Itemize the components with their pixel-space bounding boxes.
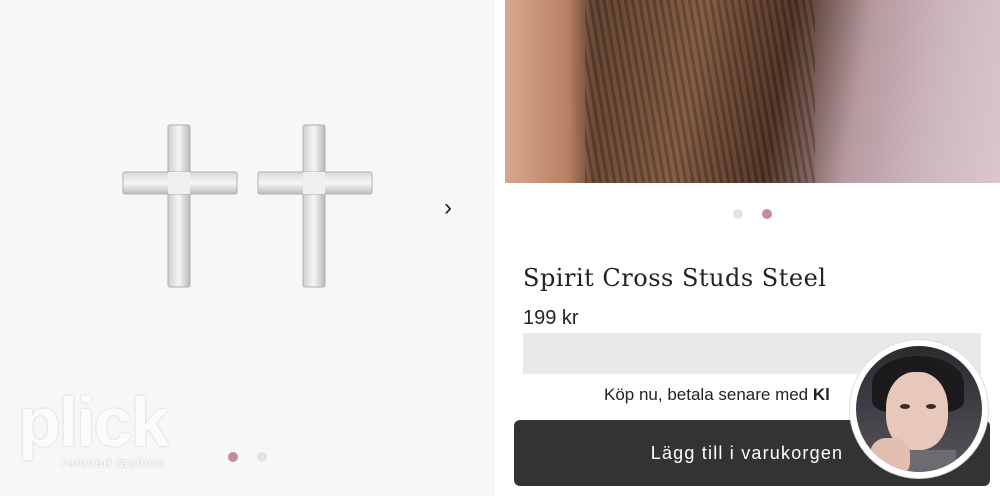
cross-earring-left (122, 124, 238, 288)
product-title: Spirit Cross Studs Steel (523, 264, 827, 292)
plick-watermark-logo: plick reloved fashion (18, 385, 218, 480)
chevron-right-icon[interactable]: › (444, 196, 452, 220)
plick-logo-word: plick (18, 383, 170, 461)
add-to-cart-label: Lägg till i varukorgen (650, 442, 844, 463)
panel-divider (495, 0, 505, 496)
presenter-photo (856, 346, 982, 472)
photo-dot-2[interactable] (762, 209, 772, 219)
photo-hair (585, 0, 815, 183)
gallery-dot-1[interactable] (228, 452, 238, 462)
photo-skin (505, 0, 595, 183)
gallery-dot-2[interactable] (257, 452, 267, 462)
presenter-avatar (850, 340, 988, 478)
plick-tagline: reloved fashion (62, 455, 166, 470)
avatar-hand (870, 438, 910, 472)
product-price: 199 kr (523, 307, 579, 329)
avatar-eye-left (900, 404, 910, 409)
avatar-eye-right (926, 404, 936, 409)
cross-earring-right (257, 124, 373, 288)
pay-later-text: Köp nu, betala senare med Kl (604, 385, 830, 405)
photo-dot-1[interactable] (733, 209, 743, 219)
model-photo[interactable] (505, 0, 1000, 183)
klarna-brand: Kl (812, 385, 830, 404)
pay-later-label: Köp nu, betala senare med (604, 385, 809, 404)
